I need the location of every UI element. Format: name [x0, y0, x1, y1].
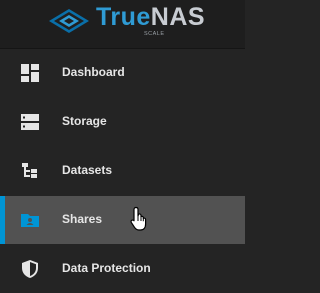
dashboard-icon	[21, 64, 39, 82]
nav-item-dashboard[interactable]: Dashboard	[0, 49, 245, 97]
nav-item-datasets[interactable]: Datasets	[0, 147, 245, 195]
truenas-logo-icon	[49, 9, 89, 33]
nav-item-label: Data Protection	[62, 261, 151, 275]
brand-name-true: True	[96, 3, 151, 31]
nav-item-label: Dashboard	[62, 65, 125, 79]
nav-item-label: Storage	[62, 114, 107, 128]
storage-icon	[21, 114, 39, 130]
shares-icon	[21, 214, 39, 227]
brand-header[interactable]: TrueNAS SCALE	[0, 0, 245, 48]
nav-item-data-protection[interactable]: Data Protection	[0, 245, 245, 293]
shield-icon	[22, 260, 38, 278]
nav-item-label: Datasets	[62, 163, 113, 177]
datasets-icon	[22, 163, 37, 178]
brand-edition: SCALE	[144, 31, 165, 37]
brand-name: TrueNAS	[96, 5, 205, 30]
nav-item-label: Shares	[62, 212, 103, 226]
sidebar: TrueNAS SCALE Dashboard Storage Datasets…	[0, 0, 245, 283]
nav-item-shares[interactable]: Shares	[0, 196, 245, 244]
active-indicator	[0, 196, 5, 244]
nav-item-storage[interactable]: Storage	[0, 98, 245, 146]
brand-name-nas: NAS	[150, 3, 206, 31]
